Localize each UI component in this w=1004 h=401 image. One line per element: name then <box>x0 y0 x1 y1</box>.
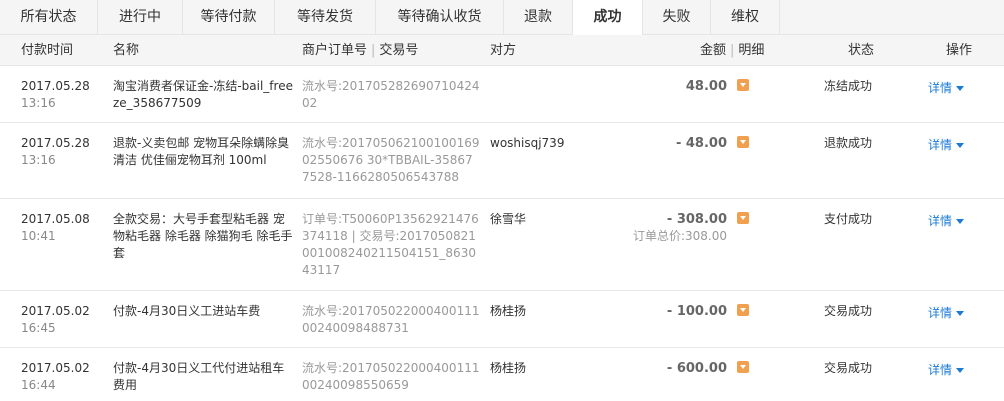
amount-value: 48.00 <box>685 79 727 94</box>
caret-down-icon[interactable] <box>956 86 965 91</box>
col-order-label: 商户订单号 <box>302 43 368 58</box>
row-detail-link[interactable]: 详情 <box>928 80 965 97</box>
time-text: 16:45 <box>21 321 56 335</box>
amount-value: - 600.00 <box>666 361 727 376</box>
tab-refund[interactable]: 退款 <box>504 0 573 35</box>
table-row: 2017.05.28 13:16 淘宝消费者保证金-冻结-bail_freeze… <box>0 66 1004 123</box>
row-detail[interactable] <box>737 136 749 153</box>
tab-rights[interactable]: 维权 <box>711 0 780 35</box>
row-detail[interactable] <box>737 361 749 378</box>
time-text: 10:41 <box>21 229 56 243</box>
tab-pending-payment[interactable]: 等待付款 <box>183 0 275 35</box>
col-name: 名称 <box>113 43 140 58</box>
row-date: 2017.05.02 16:45 <box>21 303 90 337</box>
expand-detail-icon[interactable] <box>737 136 749 148</box>
row-status: 支付成功 <box>824 212 873 226</box>
col-op: 操作 <box>946 43 973 58</box>
row-status: 冻结成功 <box>824 79 873 93</box>
table-row: 2017.05.08 10:41 全款交易：大号手套型粘毛器 宠物粘毛器 除毛器… <box>0 199 1004 291</box>
date-text: 2017.05.02 <box>21 304 90 318</box>
row-party: woshisqj739 <box>490 136 565 150</box>
col-trade-label: 交易号 <box>379 43 419 58</box>
col-amount: 金额 | 明细 <box>700 43 765 58</box>
date-text: 2017.05.02 <box>21 361 90 375</box>
row-order: 订单号:T50060P13562921476374118 | 交易号:20170… <box>302 212 479 277</box>
tab-pending-receipt[interactable]: 等待确认收货 <box>376 0 504 35</box>
row-detail[interactable] <box>737 212 749 229</box>
row-order: 流水号:20170506210010016902550676 30*TBBAIL… <box>302 136 480 184</box>
row-party: 杨桂扬 <box>490 304 527 318</box>
row-status: 交易成功 <box>824 361 873 375</box>
detail-link-label[interactable]: 详情 <box>928 138 952 152</box>
row-order: 流水号:20170502200040011100240098550659 <box>302 361 480 392</box>
expand-detail-icon[interactable] <box>737 304 749 316</box>
tab-pending-shipment[interactable]: 等待发货 <box>275 0 376 35</box>
time-text: 13:16 <box>21 153 56 167</box>
col-detail-label: 明细 <box>738 43 765 58</box>
row-detail-link[interactable]: 详情 <box>928 362 965 379</box>
caret-down-icon[interactable] <box>956 219 965 224</box>
table-row: 2017.05.28 13:16 退款-义卖包邮 宠物耳朵除螨除臭清洁 优佳俪宠… <box>0 123 1004 199</box>
time-text: 13:16 <box>21 96 56 110</box>
expand-detail-icon[interactable] <box>737 361 749 373</box>
tab-failed[interactable]: 失败 <box>643 0 711 35</box>
row-amount: - 100.00 <box>667 303 727 320</box>
caret-down-icon[interactable] <box>956 143 965 148</box>
amount-value: - 48.00 <box>675 136 727 151</box>
row-order: 流水号:20170528269071042402 <box>302 79 480 110</box>
col-order: 商户订单号 | 交易号 <box>302 43 419 58</box>
row-name: 全款交易：大号手套型粘毛器 宠物粘毛器 除毛器 除猫狗毛 除毛手套 <box>113 212 293 260</box>
row-order: 流水号:20170502200040011100240098488731 <box>302 304 480 335</box>
row-party: 杨桂扬 <box>490 361 527 375</box>
tab-success[interactable]: 成功 <box>573 0 643 36</box>
expand-detail-icon[interactable] <box>737 212 749 224</box>
date-text: 2017.05.28 <box>21 79 90 93</box>
order-total: 订单总价:308.00 <box>632 229 727 243</box>
tab-all[interactable]: 所有状态 <box>0 0 98 35</box>
caret-down-icon[interactable] <box>956 368 965 373</box>
row-detail[interactable] <box>737 79 749 96</box>
detail-link-label[interactable]: 详情 <box>928 363 952 377</box>
row-status: 退款成功 <box>824 136 873 150</box>
expand-detail-icon[interactable] <box>737 79 749 91</box>
date-text: 2017.05.08 <box>21 212 90 226</box>
row-date: 2017.05.08 10:41 <box>21 211 90 245</box>
detail-link-label[interactable]: 详情 <box>928 81 952 95</box>
status-tabs: 所有状态 进行中 等待付款 等待发货 等待确认收货 退款 成功 失败 维权 <box>0 0 1004 36</box>
table-row: 2017.05.02 16:45 付款-4月30日义工进站车费 流水号:2017… <box>0 291 1004 348</box>
time-text: 16:44 <box>21 378 56 392</box>
amount-value: - 308.00 <box>666 212 727 227</box>
col-amount-label: 金额 <box>700 43 727 58</box>
row-name: 退款-义卖包邮 宠物耳朵除螨除臭清洁 优佳俪宠物耳剂 100ml <box>113 136 290 167</box>
table-header: 付款时间 名称 商户订单号 | 交易号 对方 金额 | 明细 状态 操作 <box>0 35 1004 66</box>
row-detail-link[interactable]: 详情 <box>928 305 965 322</box>
caret-down-icon[interactable] <box>956 311 965 316</box>
date-text: 2017.05.28 <box>21 136 90 150</box>
col-party: 对方 <box>490 43 517 58</box>
row-name: 付款-4月30日义工进站车费 <box>113 304 261 318</box>
row-date: 2017.05.28 13:16 <box>21 78 90 112</box>
row-name: 付款-4月30日义工代付进站租车费用 <box>113 361 285 392</box>
row-amount: 48.00 <box>686 78 727 95</box>
row-date: 2017.05.28 13:16 <box>21 135 90 169</box>
row-amount: - 48.00 <box>676 135 727 152</box>
tab-in-progress[interactable]: 进行中 <box>98 0 183 35</box>
row-detail[interactable] <box>737 304 749 321</box>
row-party: 徐雪华 <box>490 212 527 226</box>
row-amount: - 308.00 订单总价:308.00 <box>633 211 727 245</box>
row-detail-link[interactable]: 详情 <box>928 213 965 230</box>
row-amount: - 600.00 <box>667 360 727 377</box>
row-date: 2017.05.02 16:44 <box>21 360 90 394</box>
table-row: 2017.05.02 16:44 付款-4月30日义工代付进站租车费用 流水号:… <box>0 348 1004 401</box>
col-date: 付款时间 <box>21 43 74 58</box>
amount-value: - 100.00 <box>666 304 727 319</box>
detail-link-label[interactable]: 详情 <box>928 306 952 320</box>
detail-link-label[interactable]: 详情 <box>928 214 952 228</box>
col-status: 状态 <box>848 43 875 58</box>
row-detail-link[interactable]: 详情 <box>928 137 965 154</box>
row-status: 交易成功 <box>824 304 873 318</box>
row-name: 淘宝消费者保证金-冻结-bail_freeze_358677509 <box>113 79 293 110</box>
